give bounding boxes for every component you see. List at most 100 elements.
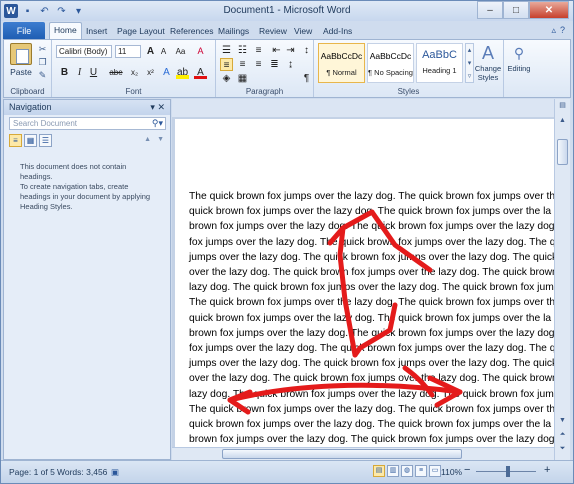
sort-icon[interactable]: ↕ <box>300 44 313 57</box>
pane-menu-icon[interactable]: ▾ <box>150 102 155 112</box>
highlight-icon[interactable]: ab <box>176 66 189 79</box>
document-line[interactable]: brown fox jumps over the lazy dog. The q… <box>189 219 554 234</box>
shading-icon[interactable]: ◈ <box>220 72 233 85</box>
document-line[interactable]: The quick brown fox jumps over the lazy … <box>189 402 554 417</box>
bullets-icon[interactable]: ☰ <box>220 44 233 57</box>
close-button[interactable]: ✕ <box>529 1 569 19</box>
maximize-button[interactable]: □ <box>503 1 529 19</box>
next-page-icon[interactable]: ⏷ <box>557 445 568 456</box>
help-icon[interactable]: ? <box>560 25 565 36</box>
font-size-combo[interactable]: 11 <box>115 45 141 58</box>
show-formatting-button[interactable]: ¶ <box>300 72 313 85</box>
increase-indent-icon[interactable]: ⇥ <box>284 44 297 57</box>
document-line[interactable]: brown fox jumps over the lazy dog. The q… <box>189 326 554 341</box>
zoom-out-button[interactable]: − <box>464 464 470 476</box>
document-line[interactable]: over the lazy dog. The quick brown fox j… <box>189 371 554 386</box>
previous-arrow-icon[interactable]: ▲ <box>144 136 151 143</box>
tab-references[interactable]: References <box>166 24 217 39</box>
copy-icon[interactable]: ❐ <box>37 57 48 68</box>
paste-button[interactable]: Paste <box>8 43 34 79</box>
document-line[interactable]: The quick brown fox jumps over the lazy … <box>189 295 554 310</box>
pages-view-icon[interactable]: ▦ <box>24 134 37 147</box>
align-center-icon[interactable]: ≡ <box>236 58 249 71</box>
borders-icon[interactable]: ▦ <box>236 72 249 85</box>
scroll-down-icon[interactable]: ▼ <box>557 417 568 428</box>
font-name-combo[interactable]: Calibri (Body) <box>56 45 112 58</box>
document-line[interactable]: lazy dog. The quick brown fox jumps over… <box>189 387 554 402</box>
outline-icon[interactable]: ≡ <box>415 465 427 477</box>
zoom-level[interactable]: 110% <box>441 467 462 477</box>
document-body[interactable]: The quick brown fox jumps over the lazy … <box>189 189 554 447</box>
strikethrough-button[interactable]: abe <box>107 66 125 79</box>
minimize-button[interactable]: – <box>477 1 503 19</box>
change-case-button[interactable]: Aa <box>174 45 187 58</box>
tab-insert[interactable]: Insert <box>82 24 111 39</box>
grow-font-button[interactable]: A <box>144 45 157 58</box>
shrink-font-button[interactable]: A <box>157 45 170 58</box>
tab-page-layout[interactable]: Page Layout <box>113 24 169 39</box>
style-no-spacing[interactable]: AaBbCcDc ¶ No Spacing <box>367 43 414 83</box>
document-line[interactable]: jumps over the lazy dog. The quick brown… <box>189 250 554 265</box>
document-line[interactable]: quick brown fox jumps over the lazy dog.… <box>189 417 554 432</box>
document-line[interactable]: quick brown fox jumps over the lazy dog.… <box>189 311 554 326</box>
superscript-button[interactable]: x² <box>144 66 157 79</box>
decrease-indent-icon[interactable]: ⇤ <box>270 44 283 57</box>
zoom-in-button[interactable]: + <box>544 464 550 476</box>
align-right-icon[interactable]: ≡ <box>252 58 265 71</box>
line-spacing-icon[interactable]: ↨ <box>284 58 297 71</box>
horizontal-scrollbar[interactable] <box>172 447 554 460</box>
document-line[interactable]: over the lazy dog. The quick brown fox j… <box>189 265 554 280</box>
format-painter-icon[interactable]: ✎ <box>37 70 48 81</box>
word-count[interactable]: Words: 3,456 <box>57 467 107 477</box>
document-line[interactable]: fox jumps over the lazy dog. The quick b… <box>189 235 554 250</box>
style-heading-1[interactable]: AaBbC Heading 1 <box>416 43 463 83</box>
view-ruler-icon[interactable]: ▤ <box>557 101 568 112</box>
document-line[interactable]: fox jumps over the lazy dog. The quick b… <box>189 341 554 356</box>
previous-page-icon[interactable]: ⏶ <box>557 431 568 442</box>
pane-close-icon[interactable]: ✕ <box>157 102 165 112</box>
italic-button[interactable]: I <box>73 66 86 79</box>
tab-mailings[interactable]: Mailings <box>214 24 253 39</box>
bold-button[interactable]: B <box>58 66 71 79</box>
justify-icon[interactable]: ≣ <box>268 58 281 71</box>
clear-formatting-button[interactable]: A <box>194 45 207 58</box>
document-line[interactable]: The quick brown fox jumps over the lazy … <box>189 189 554 204</box>
underline-button[interactable]: U <box>87 66 100 79</box>
cut-icon[interactable]: ✂ <box>37 44 48 55</box>
search-document-input[interactable]: Search Document ⚲▾ <box>9 117 166 130</box>
tab-add-ins[interactable]: Add-Ins <box>319 24 356 39</box>
tab-view[interactable]: View <box>290 24 316 39</box>
page-count[interactable]: Page: 1 of 5 <box>9 467 55 477</box>
align-left-icon[interactable]: ≡ <box>220 58 233 71</box>
tab-file[interactable]: File <box>3 22 45 39</box>
scroll-thumb[interactable] <box>557 139 568 165</box>
tab-review[interactable]: Review <box>255 24 291 39</box>
full-screen-reading-icon[interactable]: ▥ <box>387 465 399 477</box>
draft-icon[interactable]: ▭ <box>429 465 441 477</box>
web-layout-icon[interactable]: ◍ <box>401 465 413 477</box>
document-page[interactable]: The quick brown fox jumps over the lazy … <box>175 119 554 460</box>
headings-view-icon[interactable]: ≡ <box>9 134 22 147</box>
print-layout-icon[interactable]: ▤ <box>373 465 385 477</box>
minimize-ribbon-icon[interactable]: ▵ <box>551 25 556 36</box>
text-effects-icon[interactable]: A <box>160 66 173 79</box>
editing-button[interactable]: ⚲ Editing <box>504 42 534 73</box>
document-line[interactable]: quick brown fox jumps over the lazy dog.… <box>189 204 554 219</box>
tab-home[interactable]: Home <box>49 22 82 39</box>
document-line[interactable]: jumps over the lazy dog. The quick brown… <box>189 356 554 371</box>
numbering-icon[interactable]: ☷ <box>236 44 249 57</box>
font-color-icon[interactable]: A <box>194 66 207 79</box>
document-line[interactable]: lazy dog. The quick brown fox jumps over… <box>189 280 554 295</box>
search-icon[interactable]: ⚲▾ <box>152 118 163 129</box>
scroll-up-icon[interactable]: ▲ <box>557 117 568 128</box>
multilevel-list-icon[interactable]: ≡ <box>252 44 265 57</box>
vertical-scrollbar[interactable]: ▤ ▲ ▼ ⏶ ⏷ <box>554 99 570 460</box>
change-styles-button[interactable]: A Change Styles <box>472 42 504 82</box>
style-normal[interactable]: AaBbCcDc ¶ Normal <box>318 43 365 83</box>
zoom-slider-thumb[interactable] <box>506 466 510 477</box>
subscript-button[interactable]: x₂ <box>128 66 141 79</box>
next-arrow-icon[interactable]: ▼ <box>157 136 164 143</box>
results-view-icon[interactable]: ☰ <box>39 134 52 147</box>
horizontal-scroll-thumb[interactable] <box>222 449 462 459</box>
document-line[interactable]: brown fox jumps over the lazy dog. The q… <box>189 432 554 447</box>
